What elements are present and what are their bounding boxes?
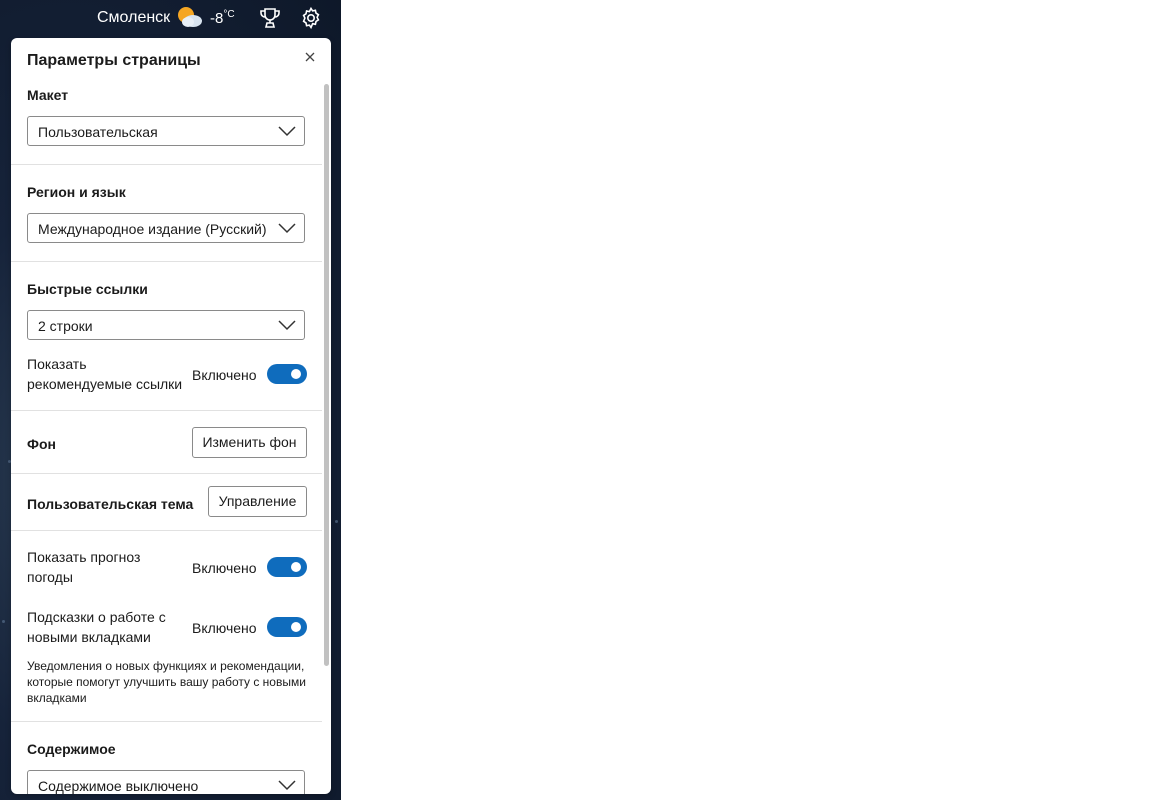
page-settings-panel: Параметры страницы Макет Пользовательска… [11, 38, 331, 794]
background-label: Фон [27, 436, 56, 452]
chevron-down-icon [278, 780, 296, 791]
tips-label: Подсказки о работе с новыми вкладками [27, 609, 166, 645]
weather-forecast-toggle[interactable] [267, 557, 307, 577]
layout-select[interactable]: Пользовательская [27, 116, 305, 146]
region-select[interactable]: Международное издание (Русский) [27, 213, 305, 243]
weather-forecast-label: Показать прогноз погоды [27, 549, 141, 585]
divider [11, 410, 322, 411]
weather-city[interactable]: Смоленск [97, 9, 170, 27]
content-select[interactable]: Содержимое выключено [27, 770, 305, 794]
quick-links-label: Быстрые ссылки [27, 281, 148, 297]
gear-icon[interactable] [299, 6, 323, 30]
tips-state: Включено [192, 620, 257, 636]
chevron-down-icon [278, 126, 296, 137]
recommended-links-label: Показать рекомендуемые ссылки [27, 356, 183, 392]
weather-temperature[interactable]: -8°C [210, 9, 235, 27]
quick-links-select[interactable]: 2 строки [27, 310, 305, 340]
divider [11, 261, 322, 262]
recommended-links-toggle[interactable] [267, 364, 307, 384]
manage-theme-button[interactable]: Управление [208, 486, 307, 517]
weather-forecast-state: Включено [192, 560, 257, 576]
panel-title: Параметры страницы [27, 52, 201, 69]
top-bar: Смоленск -8°C [0, 0, 341, 36]
partly-cloudy-icon[interactable] [175, 4, 203, 30]
chevron-down-icon [278, 223, 296, 234]
tips-toggle[interactable] [267, 617, 307, 637]
scrollbar-thumb[interactable] [324, 84, 329, 666]
custom-theme-label: Пользовательская тема [27, 496, 194, 512]
divider [11, 473, 322, 474]
content-label: Содержимое [27, 741, 116, 757]
divider [11, 721, 322, 722]
change-background-button[interactable]: Изменить фон [192, 427, 307, 458]
region-label: Регион и язык [27, 184, 126, 200]
layout-label: Макет [27, 87, 69, 103]
divider [11, 530, 322, 531]
chevron-down-icon [278, 320, 296, 331]
tips-description: Уведомления о новых функциях и рекоменда… [27, 659, 306, 705]
trophy-icon[interactable] [259, 7, 281, 29]
close-icon[interactable] [302, 49, 318, 65]
divider [11, 164, 322, 165]
recommended-links-state: Включено [192, 367, 257, 383]
